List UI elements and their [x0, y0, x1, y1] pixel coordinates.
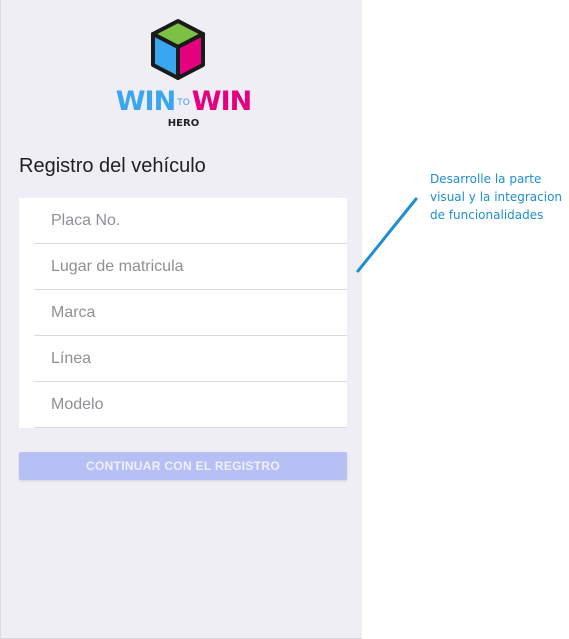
annotation-arrow-line [356, 197, 418, 273]
annotation-note: Desarrolle la parte visual y la integrac… [430, 172, 563, 222]
